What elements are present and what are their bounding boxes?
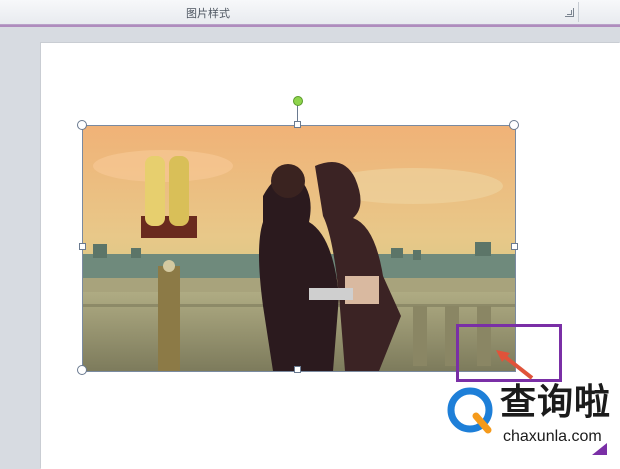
resize-handle-bottom[interactable]	[294, 366, 301, 373]
watermark-url: chaxunla.com	[503, 428, 602, 445]
ribbon-bar: 图片样式	[0, 0, 620, 25]
annotation-arrow-icon	[496, 350, 534, 380]
resize-handle-top-right[interactable]	[509, 120, 519, 130]
selected-picture[interactable]	[82, 125, 516, 372]
photo-image	[83, 126, 515, 371]
ribbon-border	[0, 25, 620, 27]
resize-handle-top[interactable]	[294, 121, 301, 128]
resize-handle-bottom-left[interactable]	[77, 365, 87, 375]
ribbon-separator	[578, 2, 579, 22]
magnifier-q-logo-icon	[447, 387, 493, 434]
resize-handle-right[interactable]	[511, 243, 518, 250]
resize-handle-top-left[interactable]	[77, 120, 87, 130]
rotate-handle[interactable]	[293, 96, 303, 106]
ribbon-group-label: 图片样式	[186, 7, 230, 20]
resize-handle-left[interactable]	[79, 243, 86, 250]
dialog-launcher-icon[interactable]	[565, 8, 574, 17]
watermark-title: 查询啦	[500, 382, 612, 423]
corner-triangle-icon	[592, 443, 607, 455]
